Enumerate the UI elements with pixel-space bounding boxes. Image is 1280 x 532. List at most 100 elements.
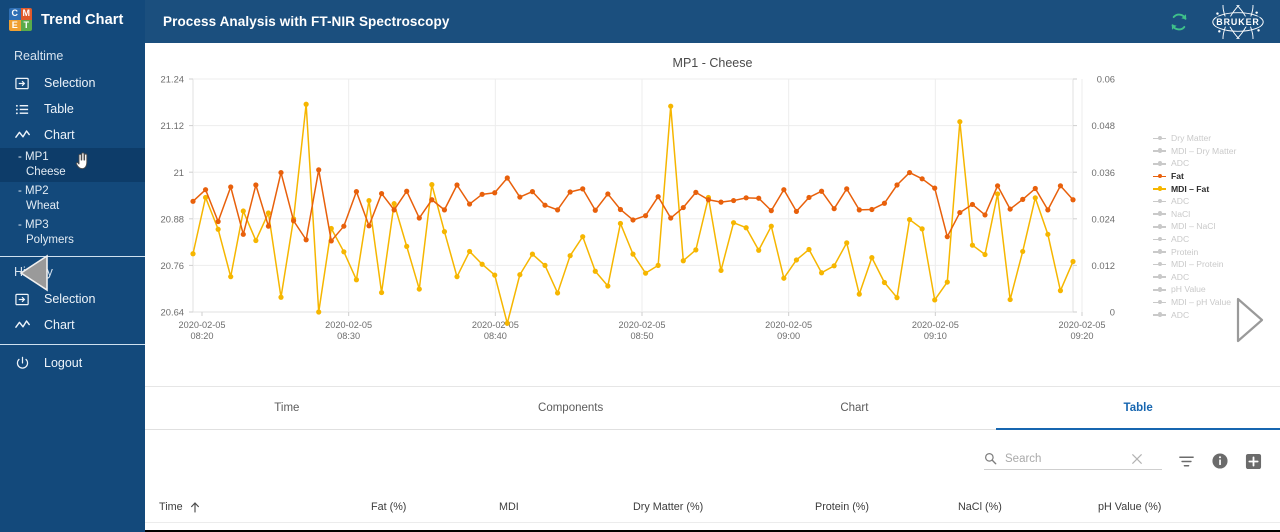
legend-marker-icon (1153, 160, 1166, 167)
search-input[interactable] (1005, 452, 1123, 465)
chart-icon (14, 127, 31, 144)
chart-plot-area: 20.64 20.76 20.88 21 21.12 21.24 0 0.012 0.024 0.… (145, 74, 1280, 344)
tab-time[interactable]: Time (145, 387, 429, 429)
app-title: Trend Chart (41, 11, 124, 28)
legend-marker-icon (1153, 135, 1166, 142)
sidebar-item-mp1[interactable]: - MP1 Cheese (0, 148, 145, 182)
svg-text:2020-02-05: 2020-02-05 (179, 320, 226, 330)
tab-table[interactable]: Table (996, 387, 1280, 430)
table-col-nacl[interactable]: NaCl (%) (944, 501, 1084, 513)
legend-item-adc[interactable]: ADC (1153, 195, 1263, 208)
legend-item-mdi-fat[interactable]: MDI – Fat (1153, 182, 1263, 195)
svg-text:2020-02-05: 2020-02-05 (325, 320, 372, 330)
logo-letter-e: E (9, 19, 21, 31)
legend-marker-icon (1153, 311, 1166, 318)
svg-text:BRUKER: BRUKER (1216, 16, 1260, 26)
svg-text:20.76: 20.76 (161, 260, 184, 271)
svg-text:2020-02-05: 2020-02-05 (472, 320, 519, 330)
legend-marker-icon (1153, 299, 1166, 306)
legend-marker-icon (1153, 173, 1166, 180)
legend-item-ph-value[interactable]: pH Value (1153, 283, 1263, 296)
sidebar-divider-2 (0, 344, 145, 345)
app-root: C M E T Trend Chart Realtime Selection T… (0, 0, 1280, 532)
sidebar-item-history-chart[interactable]: Chart (0, 312, 145, 338)
sidebar-item-realtime-selection[interactable]: Selection (0, 70, 145, 96)
legend-item-adc[interactable]: ADC (1153, 271, 1263, 284)
legend-item-adc[interactable]: ADC (1153, 157, 1263, 170)
svg-text:0.024: 0.024 (1092, 213, 1115, 224)
search-box[interactable] (984, 452, 1162, 470)
legend-item-label: MDI – pH Value (1171, 297, 1232, 308)
svg-text:2020-02-05: 2020-02-05 (619, 320, 666, 330)
legend-item-protein[interactable]: Protein (1153, 245, 1263, 258)
clear-icon[interactable] (1131, 453, 1143, 465)
sidebar-item-mp2[interactable]: - MP2 Wheat (0, 182, 145, 216)
mp3-sub: Polymers (26, 234, 74, 246)
table-col-fat[interactable]: Fat (%) (357, 501, 485, 513)
sidebar-item-label: Logout (44, 356, 83, 370)
legend-item-adc[interactable]: ADC (1153, 233, 1263, 246)
sidebar-item-label: Selection (44, 76, 96, 90)
table-col-ph[interactable]: pH Value (%) (1084, 501, 1280, 513)
selection-icon (14, 75, 31, 92)
legend-marker-icon (1153, 198, 1166, 205)
svg-text:08:50: 08:50 (631, 331, 654, 341)
sidebar-item-mp3[interactable]: - MP3 Polymers (0, 216, 145, 250)
svg-text:21.24: 21.24 (161, 74, 184, 85)
svg-text:0.048: 0.048 (1092, 120, 1115, 131)
legend-item-mdi-dry-matter[interactable]: MDI – Dry Matter (1153, 145, 1263, 158)
legend-item-dry-matter[interactable]: Dry Matter (1153, 132, 1263, 145)
legend-item-label: MDI – Dry Matter (1171, 145, 1237, 156)
svg-text:09:10: 09:10 (924, 331, 947, 341)
legend-marker-icon (1153, 248, 1166, 255)
detail-tabs[interactable]: Time Components Chart Table (145, 386, 1280, 430)
legend-item-label: Protein (1171, 246, 1199, 257)
legend-item-fat[interactable]: Fat (1153, 170, 1263, 183)
search-icon (984, 452, 997, 465)
legend-marker-icon (1153, 210, 1166, 217)
legend-marker-icon (1153, 147, 1166, 154)
table-header-row: Time Fat (%) MDI Dry Matter (%) Protein … (145, 492, 1280, 522)
tab-chart[interactable]: Chart (713, 387, 997, 429)
sidebar-item-realtime-table[interactable]: Table (0, 96, 145, 122)
main-pane: Process Analysis with FT-NIR Spectroscop… (145, 0, 1280, 532)
table-col-mdi[interactable]: MDI (485, 501, 619, 513)
sidebar-item-realtime-chart[interactable]: Chart (0, 122, 145, 148)
legend-item-label: ADC (1171, 196, 1190, 207)
chart-legend[interactable]: Dry Matter MDI – Dry Matter ADC Fat MDI – Fa… (1153, 132, 1263, 321)
table-icon (14, 101, 31, 118)
legend-item-label: Fat (1171, 171, 1184, 182)
svg-text:08:20: 08:20 (191, 331, 214, 341)
legend-item-nacl[interactable]: NaCl (1153, 208, 1263, 221)
table-col-protein[interactable]: Protein (%) (801, 501, 944, 513)
trend-chart-svg[interactable]: 20.64 20.76 20.88 21 21.12 21.24 0 0.012 0.024 0.… (145, 74, 1280, 344)
collapse-sidebar-arrow-icon[interactable] (15, 252, 53, 294)
legend-item-mdi-protein[interactable]: MDI – Protein (1153, 258, 1263, 271)
svg-text:2020-02-05: 2020-02-05 (912, 320, 959, 330)
sidebar-item-label: Selection (44, 292, 96, 306)
next-page-arrow-icon[interactable] (1232, 296, 1266, 344)
legend-item-label: pH Value (1171, 284, 1206, 295)
add-icon[interactable] (1245, 453, 1262, 470)
power-icon (14, 355, 31, 372)
sidebar-item-logout[interactable]: Logout (0, 350, 145, 376)
table-col-drymatter[interactable]: Dry Matter (%) (619, 501, 801, 513)
tab-components[interactable]: Components (429, 387, 713, 429)
info-icon[interactable] (1211, 452, 1229, 470)
svg-text:2020-02-05: 2020-02-05 (765, 320, 812, 330)
sort-ascending-icon (190, 501, 199, 513)
svg-text:09:00: 09:00 (777, 331, 800, 341)
mouse-cursor-hand-icon (75, 152, 88, 170)
filter-icon[interactable] (1178, 453, 1195, 470)
svg-text:21.12: 21.12 (161, 120, 184, 131)
mp2-head: - MP2 (18, 185, 49, 197)
legend-marker-icon (1153, 236, 1166, 243)
svg-text:20.64: 20.64 (161, 307, 184, 318)
table-col-time-label: Time (159, 501, 183, 513)
legend-item-mdi-nacl[interactable]: MDI – NaCl (1153, 220, 1263, 233)
refresh-icon[interactable] (1168, 11, 1190, 33)
table-col-time[interactable]: Time (145, 501, 357, 513)
legend-marker-icon (1153, 185, 1166, 192)
svg-text:08:40: 08:40 (484, 331, 507, 341)
topbar: Process Analysis with FT-NIR Spectroscop… (145, 0, 1280, 43)
